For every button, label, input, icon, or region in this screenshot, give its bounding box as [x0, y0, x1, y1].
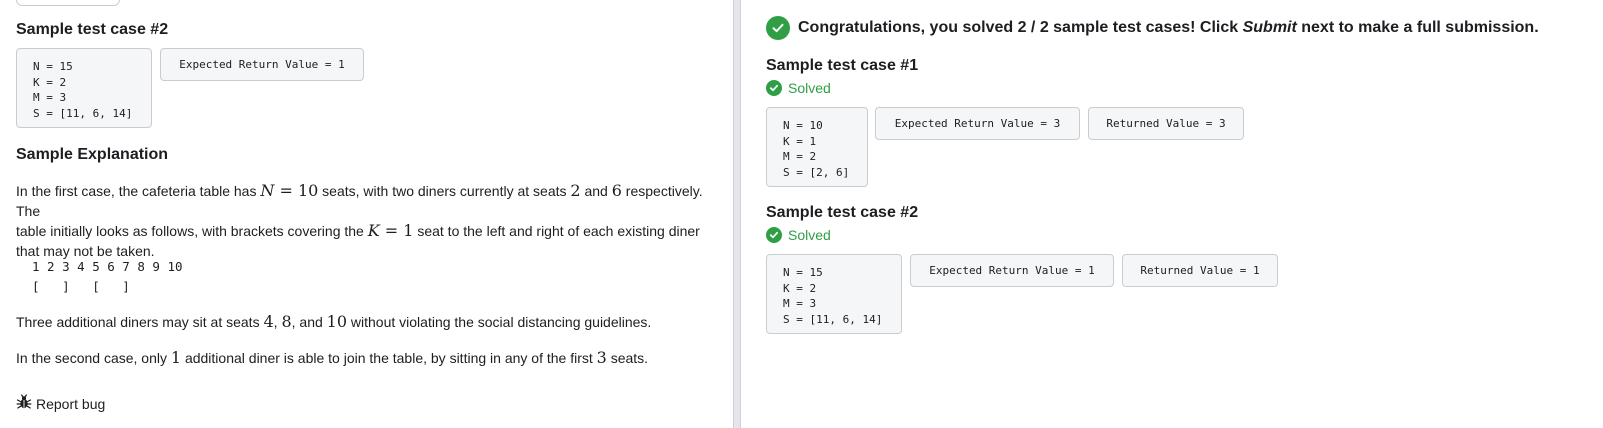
input-line: K = 2: [33, 75, 67, 89]
sample-case-2-title: Sample test case #2: [16, 21, 169, 38]
case-1-status: Solved: [766, 80, 831, 96]
input-line: N = 15: [783, 266, 823, 279]
check-circle-icon: [766, 80, 782, 96]
case-2-status: Solved: [766, 227, 831, 243]
results-panel: Congratulations, you solved 2 / 2 sample…: [741, 0, 1603, 428]
input-line: M = 3: [783, 297, 817, 310]
sample-case-2-input: N = 15 K = 2 M = 3 S = [11, 6, 14]: [16, 48, 152, 128]
congrats-text: Congratulations, you solved 2 / 2 sample…: [798, 19, 1539, 36]
input-line: M = 2: [783, 150, 817, 163]
check-circle-icon: [766, 227, 782, 243]
input-line: K = 1: [783, 134, 817, 148]
input-line: S = [2, 6]: [783, 165, 850, 179]
explanation-paragraph-2: Three additional diners may sit at seats…: [16, 312, 652, 331]
collapsed-box: [16, 0, 120, 6]
sample-explanation-title: Sample Explanation: [16, 146, 169, 163]
status-label: Solved: [788, 80, 831, 96]
problem-panel: Sample test case #2 N = 15 K = 2 M = 3 S…: [0, 0, 733, 428]
bug-icon: [16, 394, 32, 413]
expected-return-value: Expected Return Value = 1: [160, 48, 364, 81]
panel-resize-handle[interactable]: [733, 0, 741, 428]
input-line: N = 10: [783, 119, 823, 132]
input-line: K = 2: [783, 281, 817, 295]
report-bug-label: Report bug: [36, 395, 106, 412]
congrats-banner: Congratulations, you solved 2 / 2 sample…: [766, 16, 1539, 40]
check-circle-icon: [766, 16, 790, 40]
input-line: S = [11, 6, 14]: [33, 106, 133, 120]
expected-return-value: Expected Return Value = 3: [875, 107, 1080, 140]
input-line: S = [11, 6, 14]: [783, 312, 883, 326]
seat-numbers: 1 2 3 4 5 6 7 8 9 10: [32, 259, 183, 274]
sample-case-1-input: N = 10 K = 1 M = 2 S = [2, 6]: [766, 107, 868, 187]
sample-case-2-title: Sample test case #2: [766, 204, 919, 221]
explanation-paragraph-3: In the second case, only 1 additional di…: [16, 348, 649, 367]
returned-value: Returned Value = 3: [1088, 107, 1244, 140]
explanation-paragraph-1: In the first case, the cafeteria table h…: [16, 181, 703, 259]
status-label: Solved: [788, 227, 831, 243]
input-line: M = 3: [33, 91, 67, 104]
seat-brackets: [ ] [ ]: [32, 279, 130, 294]
report-bug-link[interactable]: Report bug: [16, 394, 105, 413]
input-line: N = 15: [33, 60, 73, 73]
expected-return-value: Expected Return Value = 1: [910, 254, 1114, 287]
sample-case-1-title: Sample test case #1: [766, 57, 919, 74]
sample-case-2-input: N = 15 K = 2 M = 3 S = [11, 6, 14]: [766, 254, 902, 334]
returned-value: Returned Value = 1: [1122, 254, 1278, 287]
